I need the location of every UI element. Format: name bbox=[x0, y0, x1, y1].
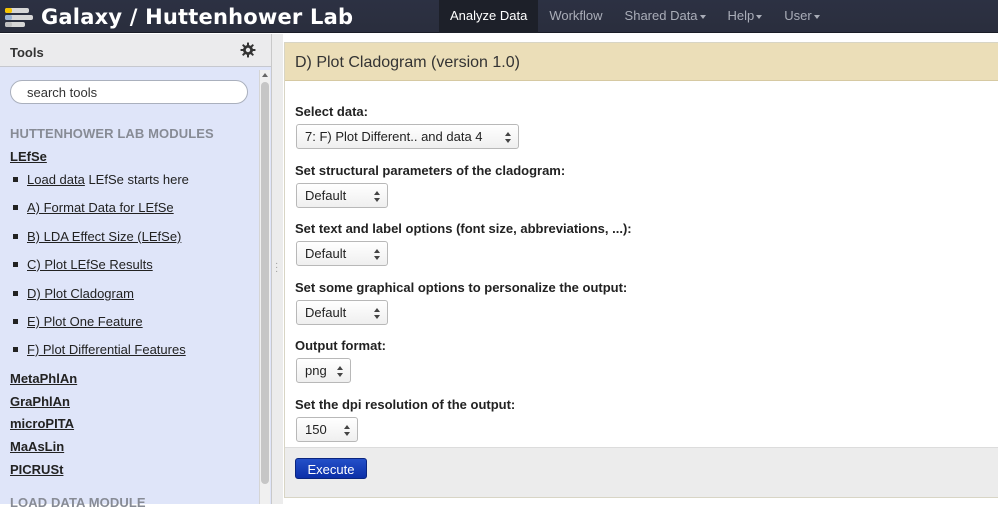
field-label-output-format: Output format: bbox=[295, 338, 386, 353]
gear-icon[interactable] bbox=[240, 42, 256, 58]
field-label-structural-params: Set structural parameters of the cladogr… bbox=[295, 163, 566, 178]
select-data-value: 7: F) Plot Different.. and data 4 bbox=[305, 129, 483, 144]
nav-label: Analyze Data bbox=[450, 8, 528, 23]
tool-group-picrust[interactable]: PICRUSt bbox=[10, 462, 63, 477]
bullet-icon bbox=[13, 262, 18, 268]
updown-arrows-icon bbox=[505, 132, 512, 143]
nav-user[interactable]: User bbox=[773, 0, 830, 33]
nav-shared-data[interactable]: Shared Data bbox=[614, 0, 717, 33]
tool-item-plot-one-feature: E) Plot One Feature bbox=[13, 314, 143, 330]
updown-arrows-icon bbox=[344, 425, 351, 436]
tool-panel-scrollbar[interactable] bbox=[259, 70, 270, 504]
output-format-value: png bbox=[305, 363, 327, 378]
section-title-load-data: LOAD DATA MODULE bbox=[10, 495, 146, 510]
updown-arrows-icon bbox=[374, 191, 381, 202]
bullet-icon bbox=[13, 234, 18, 240]
center-panel: D) Plot Cladogram (version 1.0) Select d… bbox=[283, 34, 998, 504]
tool-panel-title: Tools bbox=[10, 45, 44, 60]
tool-link-format-data[interactable]: A) Format Data for LEfSe bbox=[27, 200, 174, 215]
output-format-select[interactable]: png bbox=[296, 358, 351, 383]
tool-group-maaslin[interactable]: MaAsLin bbox=[10, 439, 64, 454]
caret-down-icon bbox=[813, 14, 820, 19]
tool-form-footer: Execute bbox=[285, 447, 998, 497]
nav-analyze-data[interactable]: Analyze Data bbox=[439, 0, 539, 33]
galaxy-logo-icon bbox=[5, 4, 33, 30]
masthead: Galaxy / Huttenhower Lab Analyze Data Wo… bbox=[0, 0, 998, 33]
brand-title[interactable]: Galaxy / Huttenhower Lab bbox=[41, 5, 353, 29]
tool-link-plot-lefse-results[interactable]: C) Plot LEfSe Results bbox=[27, 257, 153, 272]
structural-params-select[interactable]: Default bbox=[296, 183, 388, 208]
dpi-select[interactable]: 150 bbox=[296, 417, 358, 442]
tool-link-plot-differential-features[interactable]: F) Plot Differential Features bbox=[27, 342, 186, 357]
panel-resize-divider[interactable]: · · · bbox=[271, 34, 283, 504]
tool-form: D) Plot Cladogram (version 1.0) Select d… bbox=[284, 42, 998, 498]
dpi-value: 150 bbox=[305, 422, 327, 437]
section-title-huttenhower: HUTTENHOWER LAB MODULES bbox=[10, 126, 214, 141]
tool-item-lda-effect-size: B) LDA Effect Size (LEfSe) bbox=[13, 229, 181, 245]
tool-panel: Tools HUTTENHOWER LAB MODULES LEfSe Load… bbox=[0, 34, 271, 510]
caret-down-icon bbox=[756, 14, 763, 19]
nav-label: Shared Data bbox=[624, 8, 698, 23]
nav-label: User bbox=[784, 8, 812, 23]
select-data-dropdown[interactable]: 7: F) Plot Different.. and data 4 bbox=[296, 124, 519, 149]
field-label-graphical-options: Set some graphical options to personaliz… bbox=[295, 280, 628, 295]
tool-link-plot-cladogram[interactable]: D) Plot Cladogram bbox=[27, 286, 134, 301]
updown-arrows-icon bbox=[374, 308, 381, 319]
text-label-options-value: Default bbox=[305, 246, 347, 261]
caret-down-icon bbox=[699, 14, 706, 19]
bullet-icon bbox=[13, 205, 18, 211]
main-nav: Analyze Data Workflow Shared Data Help U… bbox=[439, 0, 831, 33]
bullet-icon bbox=[13, 319, 18, 325]
bullet-icon bbox=[13, 291, 18, 297]
updown-arrows-icon bbox=[337, 366, 344, 377]
tool-item-load-data: Load data LEfSe starts here bbox=[13, 172, 189, 188]
scroll-up-arrow-icon[interactable] bbox=[262, 73, 268, 77]
field-label-dpi: Set the dpi resolution of the output: bbox=[295, 397, 516, 412]
field-label-text-label-options: Set text and label options (font size, a… bbox=[295, 221, 632, 236]
nav-label: Help bbox=[727, 8, 755, 23]
field-label-select-data: Select data: bbox=[295, 104, 368, 119]
tool-item-plot-differential-features: F) Plot Differential Features bbox=[13, 342, 186, 358]
brand[interactable]: Galaxy / Huttenhower Lab bbox=[5, 2, 353, 32]
tool-group-graphlan[interactable]: GraPhlAn bbox=[10, 394, 70, 409]
tool-link-lda-effect-size[interactable]: B) LDA Effect Size (LEfSe) bbox=[27, 229, 181, 244]
tool-group-metaphlan[interactable]: MetaPhlAn bbox=[10, 371, 77, 386]
text-label-options-select[interactable]: Default bbox=[296, 241, 388, 266]
graphical-options-value: Default bbox=[305, 305, 347, 320]
nav-help[interactable]: Help bbox=[717, 0, 774, 33]
scroll-thumb[interactable] bbox=[261, 82, 269, 484]
tool-panel-header: Tools bbox=[0, 34, 271, 67]
tool-form-header: D) Plot Cladogram (version 1.0) bbox=[285, 43, 998, 81]
structural-params-value: Default bbox=[305, 188, 347, 203]
graphical-options-select[interactable]: Default bbox=[296, 300, 388, 325]
tool-item-plot-cladogram: D) Plot Cladogram bbox=[13, 286, 134, 302]
bullet-icon bbox=[13, 347, 18, 353]
tool-link-load-data[interactable]: Load data bbox=[27, 172, 85, 187]
drag-handle-icon[interactable]: · · · bbox=[275, 259, 278, 277]
tool-form-title: D) Plot Cladogram (version 1.0) bbox=[295, 54, 520, 71]
tool-item-plot-lefse-results: C) Plot LEfSe Results bbox=[13, 257, 153, 273]
tool-group-micropita[interactable]: microPITA bbox=[10, 416, 74, 431]
search-tools-input[interactable] bbox=[10, 80, 248, 104]
tool-link-plot-one-feature[interactable]: E) Plot One Feature bbox=[27, 314, 143, 329]
nav-label: Workflow bbox=[549, 8, 603, 23]
updown-arrows-icon bbox=[374, 249, 381, 260]
execute-button[interactable]: Execute bbox=[295, 458, 367, 479]
nav-workflow[interactable]: Workflow bbox=[538, 0, 613, 33]
bullet-icon bbox=[13, 177, 18, 183]
tool-group-lefse[interactable]: LEfSe bbox=[10, 149, 47, 164]
tool-item-format-data: A) Format Data for LEfSe bbox=[13, 200, 174, 216]
tool-item-description: LEfSe starts here bbox=[84, 172, 189, 187]
